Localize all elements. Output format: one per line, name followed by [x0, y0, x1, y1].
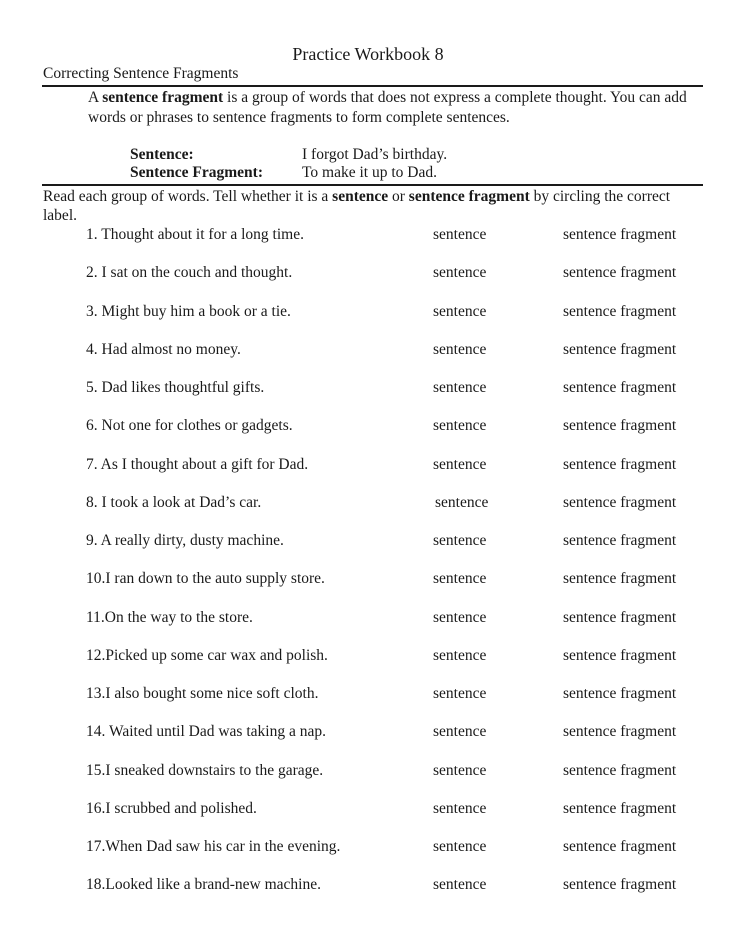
option-sentence[interactable]: sentence — [433, 685, 486, 703]
option-sentence-fragment[interactable]: sentence fragment — [563, 723, 676, 741]
example-sentence-label: Sentence: — [130, 146, 194, 163]
instructions-part2: or — [388, 188, 409, 205]
option-sentence-fragment[interactable]: sentence fragment — [563, 762, 676, 780]
option-sentence-fragment[interactable]: sentence fragment — [563, 264, 676, 282]
option-sentence-fragment[interactable]: sentence fragment — [563, 685, 676, 703]
option-sentence[interactable]: sentence — [433, 226, 486, 244]
exercise-text: 3. Might buy him a book or a tie. — [86, 303, 291, 320]
option-sentence[interactable]: sentence — [433, 303, 486, 321]
intro-prefix: A — [88, 89, 103, 106]
exercise-text: 8. I took a look at Dad’s car. — [86, 494, 262, 511]
example-fragment-value: To make it up to Dad. — [302, 164, 437, 181]
instructions-term1: sentence — [332, 188, 389, 205]
exercise-text: 7. As I thought about a gift for Dad. — [86, 456, 309, 473]
exercise-text: 13.I also bought some nice soft cloth. — [86, 685, 319, 702]
instructions-term2: sentence fragment — [408, 188, 530, 205]
option-sentence-fragment[interactable]: sentence fragment — [563, 570, 676, 588]
option-sentence[interactable]: sentence — [433, 341, 486, 359]
option-sentence[interactable]: sentence — [435, 494, 488, 512]
option-sentence-fragment[interactable]: sentence fragment — [563, 417, 676, 435]
exercise-text: 16.I scrubbed and polished. — [86, 800, 257, 817]
instructions: Read each group of words. Tell whether i… — [43, 187, 703, 225]
option-sentence-fragment[interactable]: sentence fragment — [563, 800, 676, 818]
exercise-text: 6. Not one for clothes or gadgets. — [86, 417, 293, 434]
exercise-text: 9. A really dirty, dusty machine. — [86, 532, 284, 549]
option-sentence[interactable]: sentence — [433, 800, 486, 818]
page-title: Practice Workbook 8 — [292, 44, 444, 64]
example-sentence-value: I forgot Dad’s birthday. — [302, 146, 448, 163]
intro-paragraph: A sentence fragment is a group of words … — [88, 88, 708, 128]
option-sentence-fragment[interactable]: sentence fragment — [563, 379, 676, 397]
option-sentence-fragment[interactable]: sentence fragment — [563, 647, 676, 665]
exercise-text: 1. Thought about it for a long time. — [86, 226, 304, 243]
option-sentence-fragment[interactable]: sentence fragment — [563, 609, 676, 627]
option-sentence[interactable]: sentence — [433, 417, 486, 435]
option-sentence-fragment[interactable]: sentence fragment — [563, 226, 676, 244]
exercise-text: 14. Waited until Dad was taking a nap. — [86, 723, 326, 740]
option-sentence[interactable]: sentence — [433, 723, 486, 741]
example-fragment-label: Sentence Fragment: — [130, 164, 263, 181]
exercise-text: 18.Looked like a brand-new machine. — [86, 876, 321, 893]
exercise-text: 4. Had almost no money. — [86, 341, 241, 358]
option-sentence[interactable]: sentence — [433, 379, 486, 397]
option-sentence-fragment[interactable]: sentence fragment — [563, 494, 676, 512]
exercise-text: 15.I sneaked downstairs to the garage. — [86, 762, 324, 779]
option-sentence[interactable]: sentence — [433, 570, 486, 588]
exercise-text: 10.I ran down to the auto supply store. — [86, 570, 325, 587]
option-sentence[interactable]: sentence — [433, 838, 486, 856]
section-subtitle: Correcting Sentence Fragments — [43, 65, 239, 82]
option-sentence[interactable]: sentence — [433, 647, 486, 665]
option-sentence[interactable]: sentence — [433, 532, 486, 550]
exercise-text: 2. I sat on the couch and thought. — [86, 264, 293, 281]
option-sentence[interactable]: sentence — [433, 264, 486, 282]
intro-term: sentence fragment — [102, 89, 224, 106]
exercise-text: 17.When Dad saw his car in the evening. — [86, 838, 341, 855]
exercise-text: 12.Picked up some car wax and polish. — [86, 647, 328, 664]
exercise-text: 11.On the way to the store. — [86, 609, 253, 626]
option-sentence[interactable]: sentence — [433, 456, 486, 474]
option-sentence-fragment[interactable]: sentence fragment — [563, 838, 676, 856]
option-sentence[interactable]: sentence — [433, 609, 486, 627]
option-sentence-fragment[interactable]: sentence fragment — [563, 341, 676, 359]
option-sentence-fragment[interactable]: sentence fragment — [563, 532, 676, 550]
middle-divider — [42, 184, 703, 186]
exercise-text: 5. Dad likes thoughtful gifts. — [86, 379, 265, 396]
option-sentence-fragment[interactable]: sentence fragment — [563, 876, 676, 894]
option-sentence-fragment[interactable]: sentence fragment — [563, 303, 676, 321]
top-divider — [42, 85, 703, 87]
instructions-part1: Read each group of words. Tell whether i… — [43, 188, 333, 205]
option-sentence[interactable]: sentence — [433, 876, 486, 894]
option-sentence-fragment[interactable]: sentence fragment — [563, 456, 676, 474]
option-sentence[interactable]: sentence — [433, 762, 486, 780]
